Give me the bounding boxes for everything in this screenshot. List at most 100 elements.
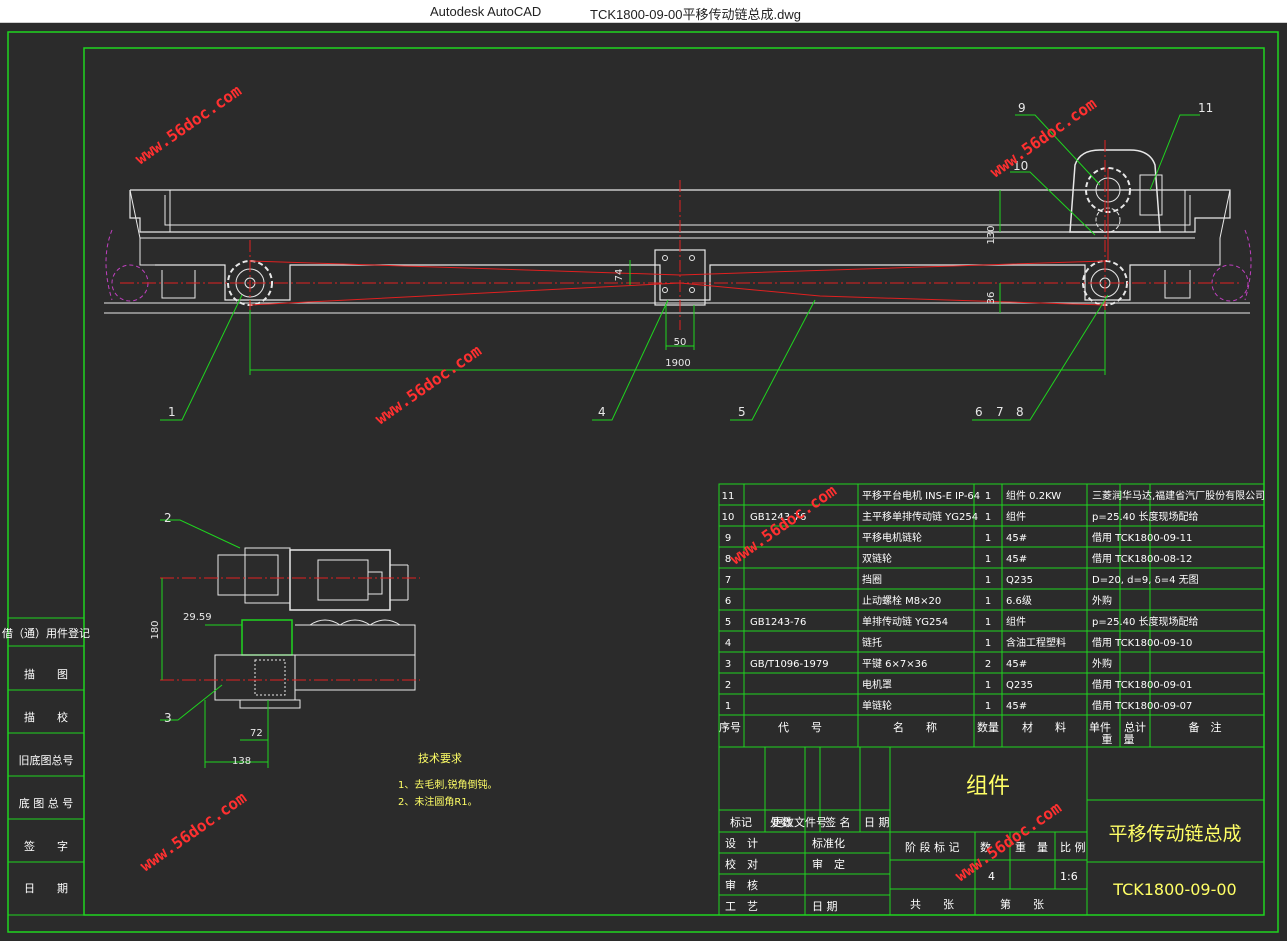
bom-cell-name: 主平移单排传动链 YG254 [862, 510, 978, 523]
bom-cell-qty: 1 [985, 701, 991, 712]
bom-cell-material: 45# [1006, 554, 1027, 565]
scale-label: 比 例 [1060, 840, 1086, 854]
main-elevation-view[interactable] [104, 140, 1252, 330]
watermark-text: www.56doc.com [951, 798, 1065, 886]
bom-cell-qty: 2 [985, 659, 991, 670]
cad-drawing[interactable]: 借（通）用件登记 描 图 描 校 旧底图总号 底 图 总 号 签 字 日 期 1… [0, 23, 1287, 941]
bom-cell-no: 7 [725, 575, 731, 586]
callout-4[interactable]: 4 [598, 405, 606, 419]
bom-cell-remark: 借用 TCK1800-09-07 [1092, 700, 1192, 712]
bom-header-name: 名 称 [893, 720, 937, 734]
bom-cell-remark: 借用 TCK1800-09-11 [1092, 532, 1192, 544]
bom-cell-material: 45# [1006, 533, 1027, 544]
bom-header-qty: 数量 [977, 721, 999, 734]
approval2-label: 标准化 [812, 836, 845, 850]
bom-cell-qty: 1 [985, 638, 991, 649]
bom-cell-qty: 1 [985, 617, 991, 628]
bom-cell-no: 2 [725, 680, 731, 691]
dim-1900: 1900 [665, 358, 690, 369]
rev-label: 标记 [730, 815, 752, 829]
callout-9[interactable]: 9 [1018, 101, 1026, 115]
watermarks: www.56doc.com www.56doc.com www.56doc.co… [131, 81, 1100, 886]
watermark-text: www.56doc.com [131, 81, 245, 169]
bom-cell-no: 10 [722, 512, 735, 523]
approval2-label: 日 期 [812, 900, 838, 913]
bom-cell-name: 平移电机链轮 [862, 531, 922, 544]
bom-cell-qty: 1 [985, 596, 991, 607]
bom-cell-remark: D=20, d=9, δ=4 无图 [1092, 574, 1199, 586]
sheets-label: 共 张 [910, 898, 954, 911]
dim-74: 74 [614, 269, 625, 282]
bom-cell-code: GB/T1096-1979 [750, 659, 829, 670]
bom-cell-no: 11 [722, 491, 735, 502]
approval-label: 工 艺 [725, 900, 758, 913]
callout-2[interactable]: 2 [164, 511, 172, 525]
dim-138: 138 [232, 756, 251, 767]
dim-36: 36 [986, 292, 997, 305]
stamp-label: 底 图 总 号 [19, 796, 74, 810]
count-value: 4 [988, 870, 995, 883]
tech-req-title: 技术要求 [418, 752, 462, 765]
stamp-label: 描 校 [24, 710, 68, 724]
stamp-label: 旧底图总号 [19, 753, 74, 767]
callout-3[interactable]: 3 [164, 711, 172, 725]
bom-cell-name: 单排传动链 YG254 [862, 615, 948, 628]
bom-cell-material: 组件 [1006, 615, 1026, 628]
dim-50: 50 [674, 337, 687, 348]
callout-11[interactable]: 11 [1198, 101, 1213, 115]
scale-value: 1:6 [1060, 870, 1078, 883]
bom-cell-remark: p=25.40 长度现场配给 [1092, 510, 1199, 523]
bom-cell-qty: 1 [985, 491, 991, 502]
document-title: TCK1800-09-00平移传动链总成.dwg [590, 7, 801, 22]
bom-rows: 11 平移平台电机 INS-E IP-64 1 组件 0.2KW 三菱润华马达,福建省汽… [719, 489, 1265, 746]
bom-cell-qty: 1 [985, 680, 991, 691]
dim-130: 130 [986, 225, 997, 244]
bom-cell-name: 平键 6×7×36 [862, 657, 927, 670]
bom-cell-material: 45# [1006, 659, 1027, 670]
callout-7[interactable]: 7 [996, 405, 1004, 419]
bom-header-material: 材 料 [1022, 720, 1066, 734]
bom-header-total: 总计 [1124, 720, 1146, 734]
dim-29: 29.59 [183, 612, 212, 623]
stamp-label: 描 图 [24, 667, 68, 681]
assembly-type: 组件 [966, 774, 1010, 799]
stamp-label: 签 字 [24, 839, 68, 853]
approval-label: 审 核 [725, 878, 758, 892]
bom-cell-material: 组件 [1006, 510, 1026, 523]
rev-label: 日 期 [864, 816, 890, 829]
bom-cell-no: 1 [725, 701, 731, 712]
callout-6[interactable]: 6 [975, 405, 983, 419]
bom-cell-code: GB1243-76 [750, 617, 806, 628]
motor-assembly [1069, 149, 1163, 233]
approval-label: 设 计 [725, 837, 758, 850]
app-name: Autodesk AutoCAD [430, 4, 542, 19]
stamp-label: 日 期 [24, 882, 68, 895]
callout-8[interactable]: 8 [1016, 405, 1024, 419]
bom-cell-remark: 外购 [1092, 594, 1112, 607]
bom-cell-qty: 1 [985, 575, 991, 586]
callout-1[interactable]: 1 [168, 405, 176, 419]
bom-header-remark: 备 注 [1189, 720, 1222, 734]
bom-cell-qty: 1 [985, 533, 991, 544]
drawing-canvas[interactable]: 借（通）用件登记 描 图 描 校 旧底图总号 底 图 总 号 签 字 日 期 1… [0, 23, 1287, 941]
bom-cell-remark: 借用 TCK1800-09-01 [1092, 679, 1192, 691]
bom-cell-name: 双链轮 [862, 552, 892, 565]
bom-cell-name: 挡圈 [862, 573, 882, 586]
bom-cell-remark: 借用 TCK1800-09-10 [1092, 637, 1192, 649]
tech-req-item: 1、去毛刺,锐角倒钝。 [398, 778, 498, 791]
bom-cell-name: 平移平台电机 INS-E IP-64 [862, 489, 980, 502]
approval-label: 校 对 [725, 857, 758, 871]
stamp-label: 借（通）用件登记 [2, 626, 90, 640]
bom-cell-remark: p=25.40 长度现场配给 [1092, 615, 1199, 628]
tech-req-item: 2、未注圆角R1。 [398, 795, 478, 808]
left-stamp-table: 借（通）用件登记 描 图 描 校 旧底图总号 底 图 总 号 签 字 日 期 [2, 617, 90, 916]
watermark-text: www.56doc.com [986, 94, 1100, 182]
bom-cell-material: 组件 0.2KW [1006, 489, 1061, 502]
bom-header-weight: 重 量 [1102, 732, 1135, 746]
callout-5[interactable]: 5 [738, 405, 746, 419]
bom-cell-no: 3 [725, 659, 731, 670]
dim-180: 180 [150, 620, 161, 639]
section-view[interactable] [160, 547, 420, 709]
stage-label: 阶 段 标 记 [905, 840, 960, 854]
rev-label: 签 名 [825, 815, 851, 829]
